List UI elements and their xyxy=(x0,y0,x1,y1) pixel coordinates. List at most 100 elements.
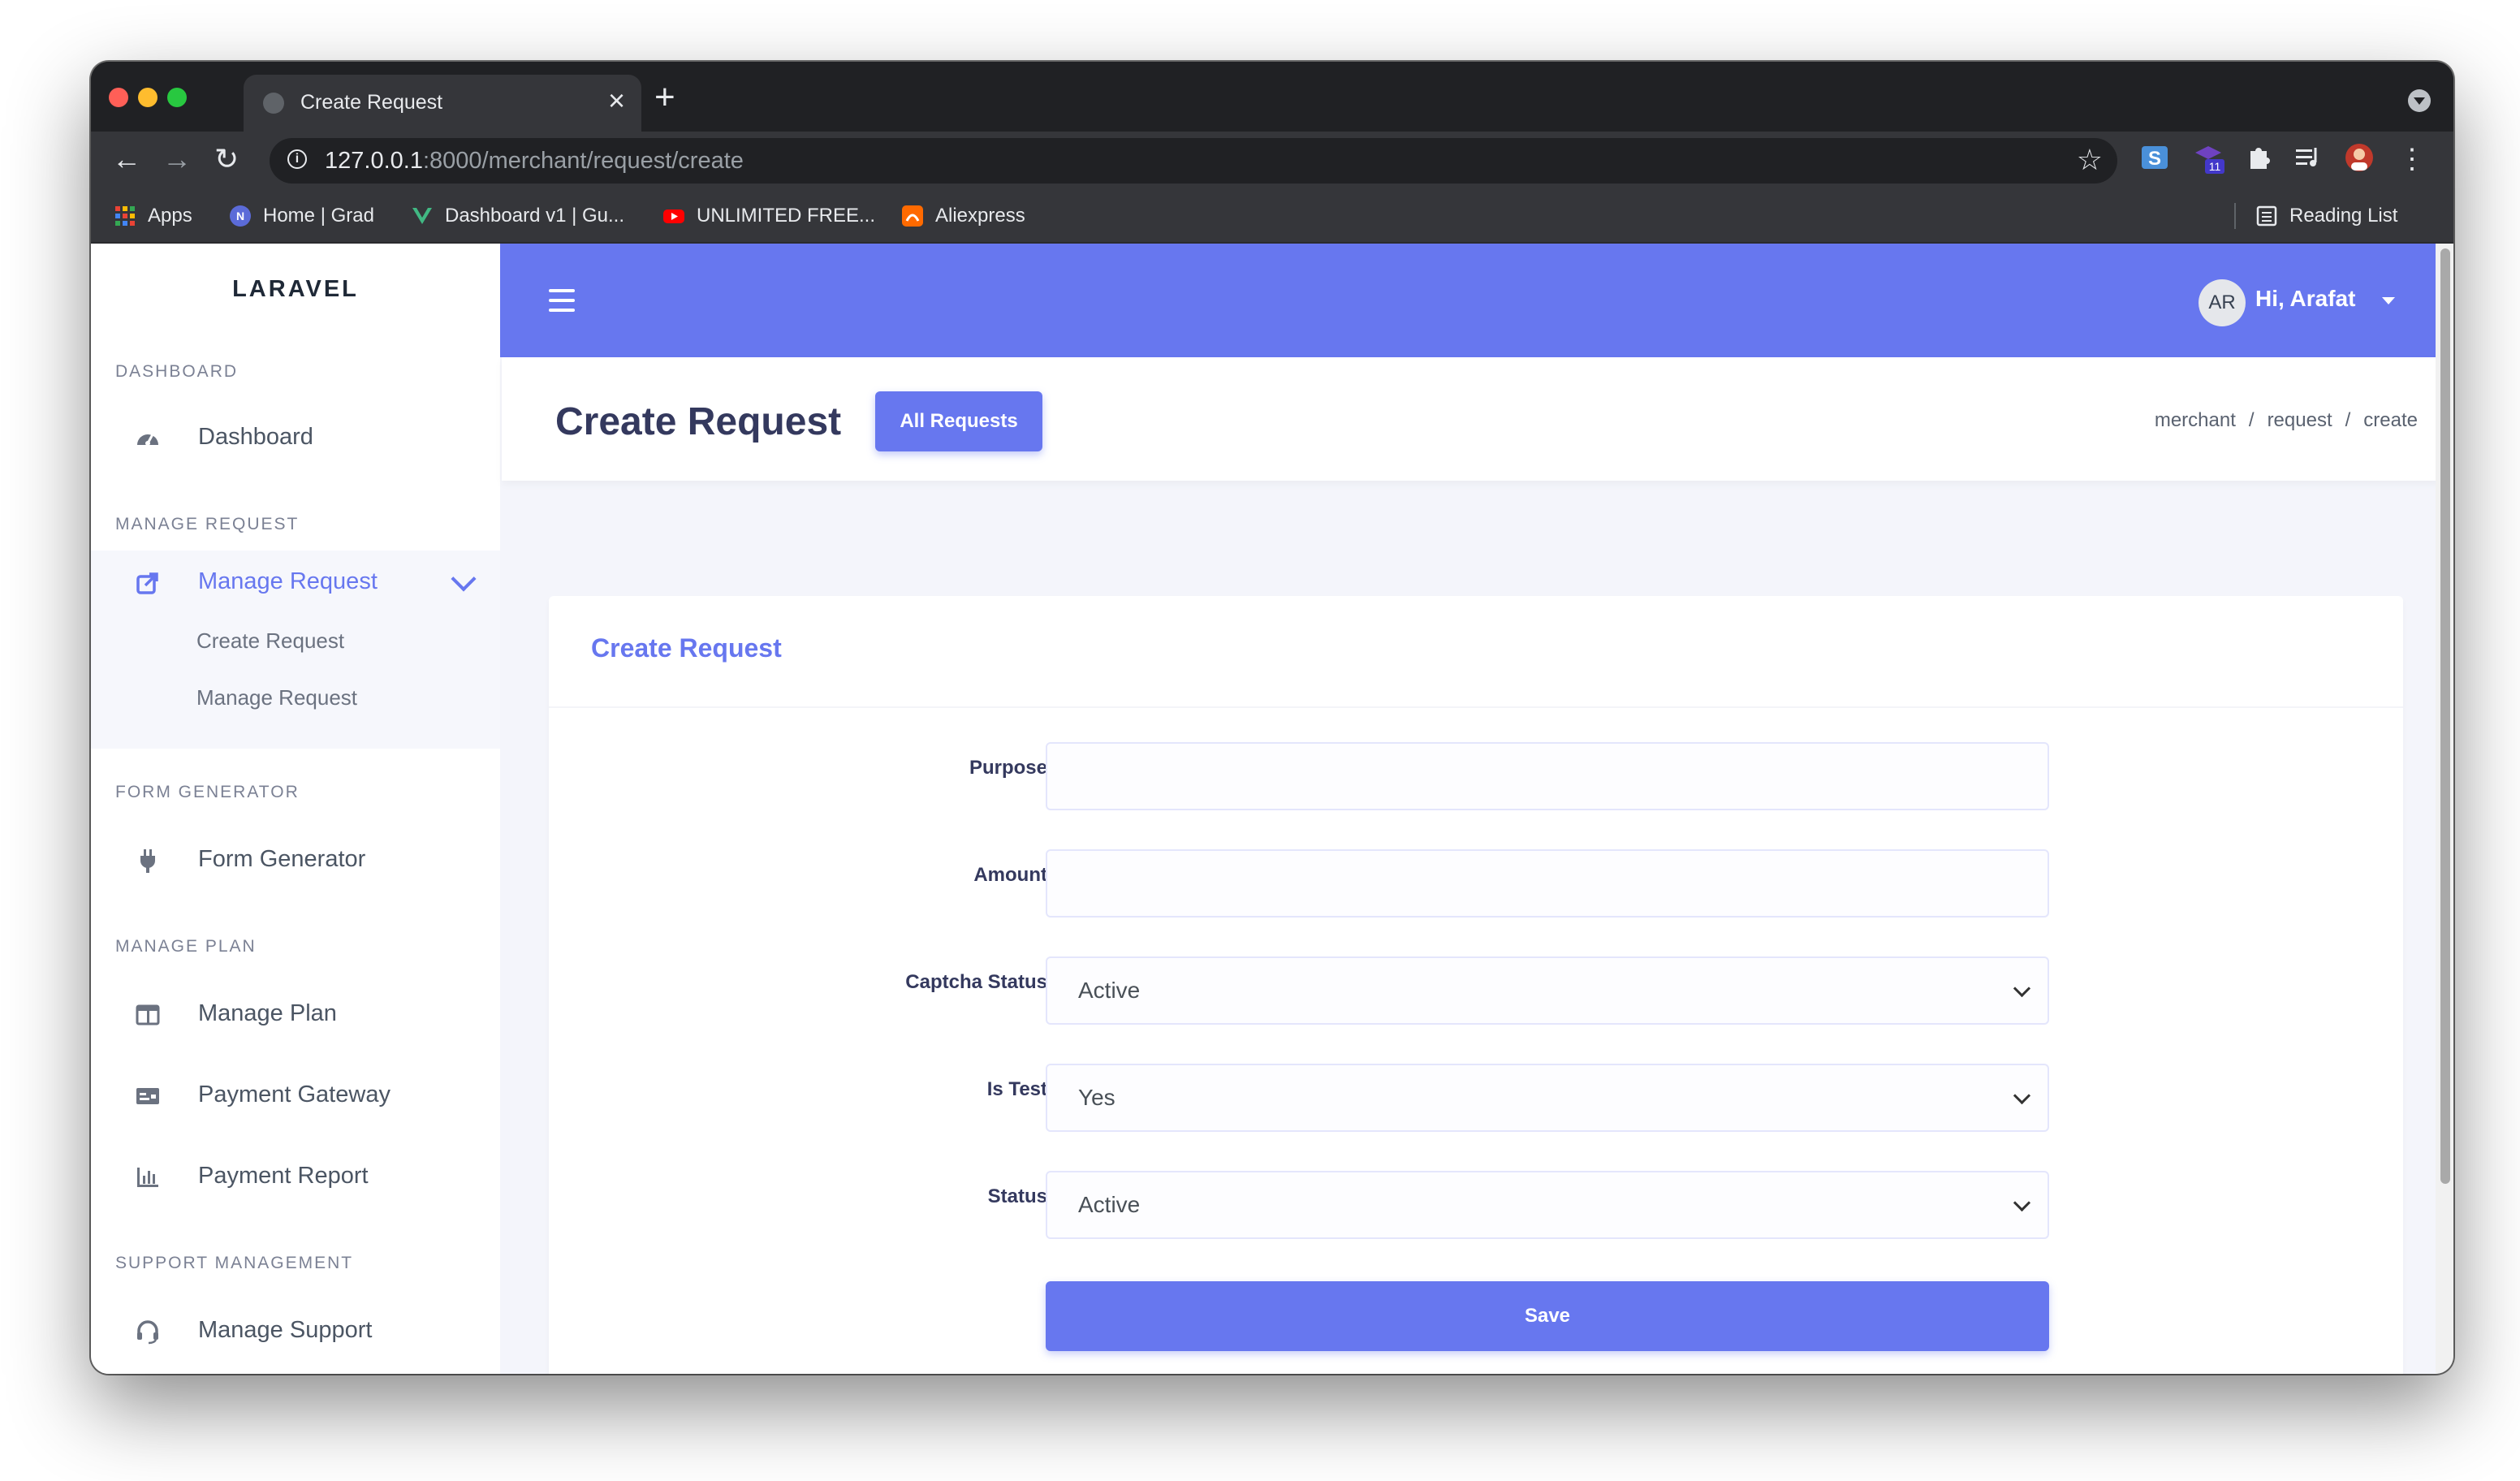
url-text[interactable]: 127.0.0.1:8000/merchant/request/create xyxy=(325,148,744,175)
sidebar-item-payment-gateway[interactable]: Payment Gateway xyxy=(91,1064,500,1129)
browser-tab[interactable]: Create Request × xyxy=(244,75,641,132)
card-title: Create Request xyxy=(591,633,782,663)
vue-logo-icon xyxy=(412,208,432,224)
tab-title: Create Request xyxy=(300,91,443,114)
plug-icon xyxy=(140,849,155,873)
sidebar-heading-form-generator: FORM GENERATOR xyxy=(115,783,300,801)
is-test-select[interactable]: Yes xyxy=(1046,1064,2049,1132)
bookmark-aliexpress[interactable]: Aliexpress xyxy=(901,201,1025,231)
sidebar-item-manage-support[interactable]: Manage Support xyxy=(91,1299,500,1364)
sidebar-subitem-create-request[interactable]: Create Request xyxy=(196,628,344,654)
chevron-down-icon[interactable] xyxy=(451,566,477,592)
amount-input[interactable] xyxy=(1046,849,2049,918)
maximize-window-button[interactable] xyxy=(167,88,187,107)
selected-value: Active xyxy=(1078,978,1141,1003)
url-host: 127.0.0.1 xyxy=(325,148,423,174)
globe-icon xyxy=(263,93,284,114)
sidebar-heading-manage-plan: MANAGE PLAN xyxy=(115,937,257,956)
is-test-label: Is Test xyxy=(986,1078,1047,1100)
new-tab-icon[interactable]: + xyxy=(654,80,675,115)
reload-icon[interactable]: ↻ xyxy=(214,143,239,175)
scrollbar-thumb[interactable] xyxy=(2440,248,2450,1184)
bookmark-label: Apps xyxy=(148,205,192,227)
bookmark-home-grad[interactable]: N Home | Grad xyxy=(229,201,374,231)
sidebar-item-form-generator[interactable]: Form Generator xyxy=(91,828,500,893)
apps-grid-icon xyxy=(115,206,135,226)
captcha-status-select[interactable]: Active xyxy=(1046,956,2049,1025)
sidebar-item-manage-request[interactable]: Manage Request xyxy=(91,551,500,615)
puzzle-extensions-icon[interactable] xyxy=(2242,141,2275,174)
sync-extension-icon[interactable]: S xyxy=(2138,141,2171,174)
address-bar[interactable]: i 127.0.0.1:8000/merchant/request/create… xyxy=(270,138,2117,184)
all-requests-button[interactable]: All Requests xyxy=(875,391,1042,451)
bookmark-label: Home | Grad xyxy=(263,205,374,227)
sidebar-subitem-manage-request[interactable]: Manage Request xyxy=(196,685,357,710)
captcha-status-label: Captcha Status xyxy=(905,971,1047,993)
sidebar-item-payment-report[interactable]: Payment Report xyxy=(91,1145,500,1210)
svg-text:S: S xyxy=(2148,148,2161,170)
chevron-down-icon xyxy=(2013,979,2031,998)
avatar[interactable]: AR xyxy=(2199,279,2246,326)
external-link-icon xyxy=(136,572,158,594)
aliexpress-icon xyxy=(902,205,923,227)
close-window-button[interactable] xyxy=(109,88,128,107)
purpose-input[interactable] xyxy=(1046,742,2049,810)
save-button[interactable]: Save xyxy=(1046,1281,2049,1351)
brand-logo[interactable]: LARAVEL xyxy=(91,276,500,303)
breadcrumb: merchant / request / create xyxy=(2154,409,2418,431)
svg-text:N: N xyxy=(236,209,244,222)
sidebar-heading-dashboard: DASHBOARD xyxy=(115,362,239,381)
site-info-icon[interactable]: i xyxy=(287,149,307,169)
sidebar-item-label: Manage Plan xyxy=(198,1000,337,1026)
sidebar-group-manage-request: Manage Request Create Request Manage Req… xyxy=(91,551,500,749)
sidebar-item-label: Dashboard xyxy=(198,424,313,450)
tab-search-icon[interactable] xyxy=(2408,89,2431,112)
caret-down-icon[interactable] xyxy=(2382,297,2395,304)
breadcrumb-item[interactable]: merchant xyxy=(2155,409,2236,431)
back-arrow-icon[interactable]: ← xyxy=(112,143,141,175)
main-content: AR Hi, Arafat Create Request All Request… xyxy=(500,244,2453,1374)
bookmark-label: Aliexpress xyxy=(935,205,1025,227)
user-greeting[interactable]: Hi, Arafat xyxy=(2255,286,2355,312)
bar-chart-icon xyxy=(137,1168,158,1187)
sidebar-item-label: Manage Request xyxy=(198,568,378,594)
youtube-icon xyxy=(663,209,684,223)
dashboard-gauge-icon xyxy=(137,434,158,446)
purpose-label: Purpose xyxy=(969,757,1047,779)
forward-arrow-icon[interactable]: → xyxy=(162,143,192,175)
hamburger-menu-icon[interactable] xyxy=(549,289,575,312)
bookmark-apps[interactable]: Apps xyxy=(114,201,192,231)
chevron-down-icon xyxy=(2013,1086,2031,1105)
sidebar-item-label: Payment Gateway xyxy=(198,1082,391,1108)
n-logo-icon: N xyxy=(230,205,251,227)
bookmark-label: UNLIMITED FREE... xyxy=(697,205,876,227)
chevron-down-icon xyxy=(2013,1194,2031,1212)
bookmark-dashboard[interactable]: Dashboard v1 | Gu... xyxy=(411,201,624,231)
close-tab-icon[interactable]: × xyxy=(608,84,625,117)
status-label: Status xyxy=(987,1185,1047,1207)
bookmark-youtube[interactable]: UNLIMITED FREE... xyxy=(662,201,875,231)
graduation-extension-icon[interactable]: 11 xyxy=(2192,141,2224,174)
minimize-window-button[interactable] xyxy=(138,88,158,107)
reading-list-button[interactable]: Reading List xyxy=(2255,201,2397,231)
url-path: :8000/merchant/request/create xyxy=(422,148,744,174)
sidebar-item-dashboard[interactable]: Dashboard xyxy=(91,406,500,471)
media-queue-icon[interactable] xyxy=(2293,141,2325,174)
browser-toolbar: ← → ↻ i 127.0.0.1:8000/merchant/request/… xyxy=(91,132,2453,190)
bookmarks-bar: Apps N Home | Grad Dashboard v1 | Gu... … xyxy=(91,190,2453,244)
page-scrollbar[interactable] xyxy=(2436,244,2453,1374)
page-viewport: LARAVEL DASHBOARD Dashboard MANAGE REQUE… xyxy=(91,244,2453,1374)
profile-avatar-icon[interactable] xyxy=(2343,141,2375,174)
headset-icon xyxy=(137,1320,158,1345)
more-menu-icon[interactable]: ⋮ xyxy=(2398,143,2426,175)
sidebar-item-label: Payment Report xyxy=(198,1163,369,1189)
tab-strip: Create Request × + xyxy=(91,62,2453,132)
sidebar-item-manage-plan[interactable]: Manage Plan xyxy=(91,982,500,1047)
extension-badge: 11 xyxy=(2209,160,2221,173)
breadcrumb-item[interactable]: request xyxy=(2268,409,2332,431)
sidebar-heading-manage-request: MANAGE REQUEST xyxy=(115,515,300,533)
bookmark-star-icon[interactable]: ☆ xyxy=(2077,143,2103,177)
status-select[interactable]: Active xyxy=(1046,1171,2049,1239)
sidebar-heading-support: SUPPORT MANAGEMENT xyxy=(115,1254,354,1272)
sidebar: LARAVEL DASHBOARD Dashboard MANAGE REQUE… xyxy=(91,244,500,1374)
